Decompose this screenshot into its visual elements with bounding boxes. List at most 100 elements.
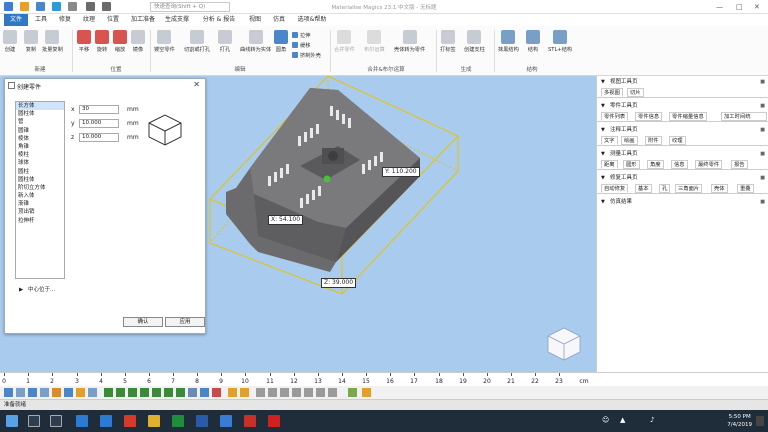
- punch-button[interactable]: 打孔: [218, 30, 232, 53]
- view-back-icon[interactable]: [76, 388, 85, 397]
- fillet-button[interactable]: 圆角: [274, 30, 288, 53]
- fill-icon[interactable]: [348, 388, 357, 397]
- view-front-icon[interactable]: [64, 388, 73, 397]
- word-icon[interactable]: [196, 415, 208, 427]
- tab-part-info[interactable]: 零件信息: [635, 112, 663, 121]
- unmark-icon[interactable]: [240, 388, 249, 397]
- tab-basic[interactable]: 基本: [635, 184, 652, 193]
- section-icon[interactable]: [268, 388, 277, 397]
- boolean-button[interactable]: 布尔运算: [364, 30, 385, 53]
- section-simulation-results[interactable]: ▼ 仿真结果 ■: [597, 198, 768, 206]
- z-dimension-input[interactable]: 10.000: [79, 133, 119, 142]
- menu-fix[interactable]: 修复: [54, 14, 76, 26]
- menu-options-help[interactable]: 选项&帮助: [292, 14, 332, 26]
- tab-multi-view[interactable]: 多视图: [601, 88, 623, 97]
- apply-button[interactable]: 应用: [165, 317, 205, 327]
- brush-select-icon[interactable]: [164, 388, 173, 397]
- app-icon[interactable]: [124, 415, 136, 427]
- invert-select-icon[interactable]: [188, 388, 197, 397]
- merge-parts-button[interactable]: 合并零件: [334, 30, 355, 53]
- close-icon[interactable]: ✕: [754, 3, 760, 11]
- pin-icon[interactable]: ■: [760, 198, 765, 206]
- pin-icon[interactable]: ■: [760, 102, 765, 110]
- view-top-icon[interactable]: [88, 388, 97, 397]
- cut-punch-button[interactable]: 切割或打孔: [184, 30, 210, 53]
- x-dimension-input[interactable]: 30: [79, 105, 119, 114]
- clear-select-icon[interactable]: [200, 388, 209, 397]
- lattice-button[interactable]: 抹黑结构: [498, 30, 519, 53]
- y-dimension-input[interactable]: 10.000: [79, 119, 119, 128]
- tab-final-part[interactable]: 最终零件: [695, 160, 723, 169]
- hollow-button[interactable]: 镂空零件: [154, 30, 175, 53]
- label-button[interactable]: 打标签: [440, 30, 456, 53]
- notification-icon[interactable]: [756, 416, 764, 426]
- list-item[interactable]: 球体: [16, 159, 64, 167]
- shaded-icon[interactable]: [292, 388, 301, 397]
- delete-select-icon[interactable]: [212, 388, 221, 397]
- menu-build-prep[interactable]: 加工准备: [126, 14, 160, 26]
- list-item[interactable]: 棱柱: [16, 151, 64, 159]
- tab-drawing[interactable]: 绘画: [621, 136, 638, 145]
- pin-icon[interactable]: ■: [760, 174, 765, 182]
- search-icon[interactable]: [28, 415, 40, 427]
- shell-select-icon[interactable]: [128, 388, 137, 397]
- tab-circle[interactable]: 圆形: [623, 160, 640, 169]
- ok-button[interactable]: 确认: [123, 317, 163, 327]
- pin-icon[interactable]: ■: [760, 150, 765, 158]
- view-cube[interactable]: [547, 327, 581, 361]
- edge-icon[interactable]: [76, 415, 88, 427]
- pin-icon[interactable]: ■: [760, 126, 765, 134]
- translate-button[interactable]: 平移: [77, 30, 91, 53]
- tab-part-shrink-info[interactable]: 零件缩量信息: [669, 112, 707, 121]
- section-repair-tools[interactable]: ▼ 修复工具页 ■: [597, 174, 768, 182]
- network-icon[interactable]: ▲: [620, 416, 630, 426]
- support-view-icon[interactable]: [362, 388, 371, 397]
- list-item[interactable]: 顶出销: [16, 208, 64, 216]
- tab-angle[interactable]: 角度: [647, 160, 664, 169]
- tab-distance[interactable]: 距离: [601, 160, 618, 169]
- batch-copy-button[interactable]: 批量复制: [42, 30, 63, 53]
- menu-position[interactable]: 位置: [102, 14, 124, 26]
- copy-button[interactable]: 复制: [24, 30, 38, 53]
- list-item[interactable]: 圆锥: [16, 127, 64, 135]
- extrude-button[interactable]: 拉伸: [292, 32, 310, 39]
- ie-icon[interactable]: [100, 415, 112, 427]
- pin-icon[interactable]: ■: [760, 78, 765, 86]
- volume-icon[interactable]: ♪: [650, 416, 660, 426]
- tab-slice[interactable]: 切片: [627, 88, 644, 97]
- zoom-fit-icon[interactable]: [52, 388, 61, 397]
- expand-select-icon[interactable]: [176, 388, 185, 397]
- tab-part-list[interactable]: 零件列表: [601, 112, 629, 121]
- tab-triangles[interactable]: 三角面片: [675, 184, 703, 193]
- create-pillar-button[interactable]: 创建支柱: [464, 30, 485, 53]
- list-item[interactable]: 渐锥: [16, 200, 64, 208]
- surface-select-icon[interactable]: [116, 388, 125, 397]
- tab-info[interactable]: 信息: [671, 160, 688, 169]
- menu-analysis[interactable]: 分析 & 报告: [198, 14, 240, 26]
- tab-attachment[interactable]: 附件: [645, 136, 662, 145]
- minimize-icon[interactable]: —: [716, 3, 723, 11]
- system-clock[interactable]: 5:50 PM 7/4/2019: [727, 413, 752, 429]
- mirror-button[interactable]: 镜像: [131, 30, 145, 53]
- recorder-icon[interactable]: [268, 415, 280, 427]
- list-item[interactable]: 圆柱: [16, 168, 64, 176]
- menu-view[interactable]: 视图: [244, 14, 266, 26]
- tab-texture[interactable]: 纹理: [669, 136, 686, 145]
- pan-icon[interactable]: [28, 388, 37, 397]
- acrobat-icon[interactable]: [244, 415, 256, 427]
- scale-button[interactable]: 缩放: [113, 30, 127, 53]
- tab-holes[interactable]: 孔: [659, 184, 671, 193]
- normals-icon[interactable]: [316, 388, 325, 397]
- tab-auto-repair[interactable]: 自动修复: [601, 184, 629, 193]
- list-item[interactable]: 阶切立方体: [16, 184, 64, 192]
- dialog-close-icon[interactable]: ✕: [193, 80, 200, 89]
- measure-icon[interactable]: [256, 388, 265, 397]
- wireframe-icon[interactable]: [280, 388, 289, 397]
- structure-button[interactable]: 结构: [526, 30, 540, 53]
- center-at-toggle[interactable]: ▶ 中心位于...: [19, 285, 55, 293]
- list-item[interactable]: 棱体: [16, 135, 64, 143]
- list-item[interactable]: 新入体: [16, 192, 64, 200]
- 3d-part[interactable]: [226, 88, 420, 272]
- list-item[interactable]: 角锥: [16, 143, 64, 151]
- task-view-icon[interactable]: [50, 415, 62, 427]
